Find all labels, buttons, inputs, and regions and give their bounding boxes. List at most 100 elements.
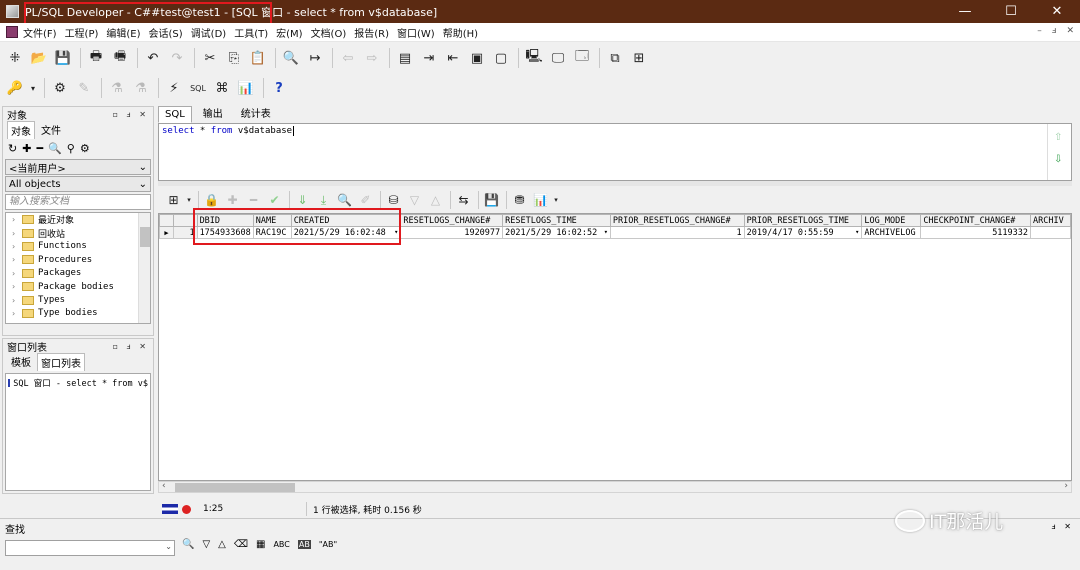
mdi-minimize-button[interactable]: – — [1037, 26, 1042, 36]
grid-icon[interactable]: ⊞ — [164, 191, 183, 210]
cell-created[interactable]: 2021/5/29 16:02:48 ▾ — [290, 226, 402, 239]
find-next-icon[interactable]: ↦ — [304, 47, 326, 69]
menu-file[interactable]: 文件(F) — [23, 25, 65, 40]
column-header-dbid[interactable]: DBID — [196, 214, 254, 227]
prev-icon[interactable]: ▽ — [405, 191, 424, 210]
tab-output[interactable]: 输出 — [196, 102, 230, 123]
minus-icon[interactable]: ━ — [244, 191, 263, 210]
cell-name[interactable]: RAC19C — [252, 226, 292, 239]
eraser-icon[interactable]: ⌫ — [234, 539, 248, 550]
execute-icon[interactable]: ⚡ — [163, 77, 185, 99]
window-list-item[interactable]: SQL 窗口 - select * from v$ — [8, 377, 148, 389]
next-icon[interactable]: △ — [426, 191, 445, 210]
unindent-icon[interactable]: ⇤ — [442, 47, 464, 69]
cut-icon[interactable]: ✂ — [199, 47, 221, 69]
menu-documents[interactable]: 文档(O) — [311, 25, 355, 40]
column-header-name[interactable]: NAME — [252, 214, 292, 227]
print-preview-icon[interactable]: 🖷 — [109, 47, 131, 69]
menu-edit[interactable]: 编辑(E) — [106, 25, 148, 40]
tree-item-recycle-bin[interactable]: › 回收站 — [6, 226, 150, 240]
compile-icon[interactable]: ⚙ — [49, 77, 71, 99]
dropdown-arrow-icon[interactable]: ▾ — [855, 228, 859, 236]
clear-icon[interactable]: ✐ — [356, 191, 375, 210]
tree-scrollbar[interactable] — [138, 213, 150, 323]
export-icon[interactable]: ⇆ — [454, 191, 473, 210]
report-icon[interactable]: 📊 — [531, 191, 550, 210]
settings-icon[interactable]: ⚙ — [80, 142, 90, 155]
flask-icon[interactable]: ⚗ — [106, 77, 128, 99]
menu-help[interactable]: 帮助(H) — [443, 25, 486, 40]
indent-icon[interactable]: ⇥ — [418, 47, 440, 69]
new-icon[interactable]: ⁜ — [4, 47, 26, 69]
pencil-icon[interactable]: ✎ — [73, 77, 95, 99]
minimize-button[interactable]: — — [942, 0, 988, 23]
query-icon[interactable]: ⛁ — [384, 191, 403, 210]
regex-toggle[interactable]: "AB" — [319, 540, 337, 549]
cell-prior-resetlogs-change[interactable]: 1 — [609, 226, 745, 239]
panel-header-buttons[interactable]: ▫ ⅎ ✕ — [113, 110, 149, 119]
sql-icon[interactable]: SQL — [187, 77, 209, 99]
report-dropdown-icon[interactable]: ▾ — [552, 191, 560, 210]
object-type-combo[interactable]: All objects ⌄ — [5, 176, 151, 192]
forward-icon[interactable]: ⇨ — [361, 47, 383, 69]
menu-reports[interactable]: 报告(R) — [354, 25, 397, 40]
user-combo[interactable]: <当前用户> ⌄ — [5, 159, 151, 175]
redo-icon[interactable]: ↷ — [166, 47, 188, 69]
cell-resetlogs-time[interactable]: 2021/5/29 16:02:52 ▾ — [502, 226, 611, 239]
uncomment-icon[interactable]: ▢ — [490, 47, 512, 69]
find-input[interactable]: ⌄ — [5, 540, 175, 556]
column-header-resetlogs-time[interactable]: RESETLOGS_TIME — [502, 214, 611, 227]
cell-archiv[interactable] — [1030, 226, 1071, 239]
session-icon[interactable]: 🖵 — [547, 47, 569, 69]
find-previous-icon[interactable]: △ — [218, 539, 226, 550]
whole-word-toggle[interactable]: AB — [297, 540, 311, 549]
scrollbar-thumb[interactable] — [175, 483, 295, 492]
open-icon[interactable]: 📂 — [28, 47, 50, 69]
panel-header-buttons[interactable]: ⅎ ✕ — [1052, 522, 1074, 531]
save-icon[interactable]: 💾 — [482, 191, 501, 210]
lock-icon[interactable]: 🔒 — [202, 191, 221, 210]
search-icon[interactable]: 🔍 — [48, 142, 62, 155]
arrow-up-icon[interactable]: ⇧ — [1054, 132, 1062, 143]
find-icon[interactable]: 🔍 — [335, 191, 354, 210]
flask-icon-2[interactable]: ⚗ — [130, 77, 152, 99]
mdi-restore-button[interactable]: ⅎ — [1052, 26, 1057, 36]
tree-item-type-bodies[interactable]: › Type bodies — [6, 307, 150, 320]
cell-prior-resetlogs-time[interactable]: 2019/4/17 0:55:59 ▾ — [743, 226, 863, 239]
menu-session[interactable]: 会话(S) — [149, 25, 191, 40]
close-button[interactable]: ✕ — [1034, 0, 1080, 23]
grid-dropdown-icon[interactable]: ▾ — [185, 191, 193, 210]
find-icon[interactable]: 🔍 — [280, 47, 302, 69]
check-icon[interactable]: ✔ — [265, 191, 284, 210]
tab-files[interactable]: 文件 — [37, 120, 65, 139]
column-header-checkpoint-change[interactable]: CHECKPOINT_CHANGE# — [920, 214, 1032, 227]
cell-dbid[interactable]: 1754933608 — [196, 226, 254, 239]
scrollbar-thumb[interactable] — [140, 227, 150, 247]
tab-statistics[interactable]: 统计表 — [234, 102, 278, 123]
table-row[interactable]: ▶ 1 1754933608 RAC19C 2021/5/29 16:02:48… — [159, 226, 1071, 239]
object-filter-input[interactable]: 输入搜索文档 — [5, 194, 151, 210]
chevron-down-icon[interactable]: ⌄ — [165, 542, 172, 551]
sql-editor[interactable]: select * from v$database​ ⇧ ⇩ — [158, 123, 1072, 181]
down2-icon[interactable]: ⤓ — [314, 191, 333, 210]
tab-templates[interactable]: 模板 — [7, 352, 35, 371]
find-next-icon[interactable]: ▽ — [202, 539, 210, 550]
connect-icon[interactable]: 🖳 — [523, 47, 545, 69]
scroll-right-icon[interactable]: › — [1064, 481, 1068, 491]
menu-tools[interactable]: 工具(T) — [234, 25, 276, 40]
mdi-close-button[interactable]: ✕ — [1066, 26, 1074, 36]
help-icon[interactable]: ? — [268, 77, 290, 99]
add-icon[interactable]: ✚ — [22, 142, 31, 155]
save-icon[interactable]: 💾 — [52, 47, 74, 69]
tree-item-procedures[interactable]: › Procedures — [6, 253, 150, 266]
report-icon[interactable]: 📊 — [235, 77, 257, 99]
tree-item-functions[interactable]: › Functions — [6, 240, 150, 253]
dropdown-arrow-icon[interactable]: ▾ — [604, 228, 608, 236]
tab-sql[interactable]: SQL — [158, 106, 192, 123]
cell-log-mode[interactable]: ARCHIVELOG — [861, 226, 922, 239]
tree-item-recent[interactable]: › 最近对象 — [6, 213, 150, 226]
back-icon[interactable]: ⇦ — [337, 47, 359, 69]
tile-icon[interactable]: ⊞ — [628, 47, 650, 69]
key-dropdown-icon[interactable]: ▾ — [28, 77, 38, 99]
cell-resetlogs-change[interactable]: 1920977 — [400, 226, 504, 239]
